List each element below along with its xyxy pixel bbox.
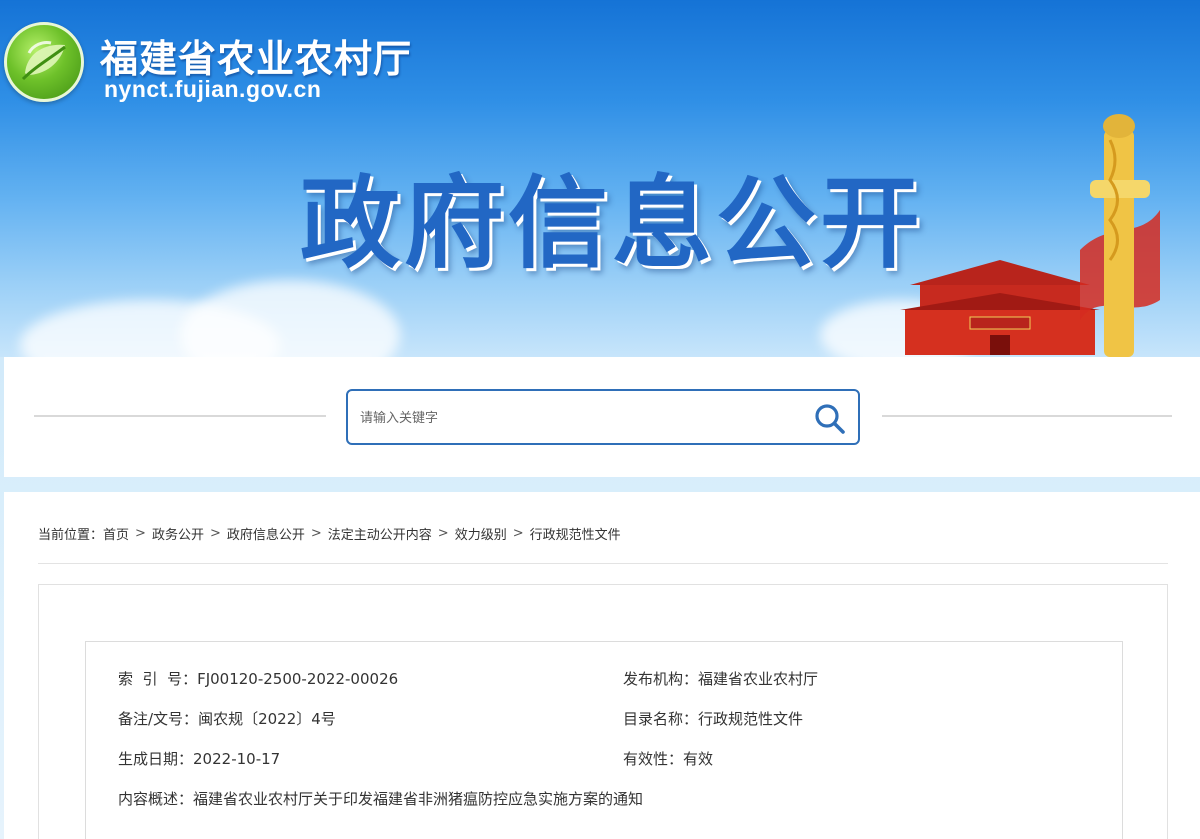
huabiao-pillar-illustration — [1080, 114, 1160, 357]
breadcrumb-separator: > — [310, 526, 322, 541]
meta-value: 有效 — [683, 750, 714, 768]
meta-value: 福建省农业农村厅 — [698, 670, 819, 688]
breadcrumb-separator: > — [209, 526, 221, 541]
meta-value: 行政规范性文件 — [698, 710, 804, 728]
breadcrumb-separator: > — [135, 526, 146, 541]
search-input[interactable] — [360, 403, 800, 433]
meta-catalog: 目录名称：行政规范性文件 — [623, 708, 803, 729]
meta-index-no: 索 引 号：FJ00120-2500-2022-00026 — [118, 668, 398, 689]
document-metadata-box: 索 引 号：FJ00120-2500-2022-00026 发布机构：福建省农业… — [85, 641, 1123, 839]
search-icon — [815, 404, 845, 434]
meta-value: 福建省农业农村厅关于印发福建省非洲猪瘟防控应急实施方案的通知 — [193, 790, 644, 808]
breadcrumb-item-effect-level[interactable]: 效力级别 — [455, 524, 507, 543]
breadcrumb-item-statutory[interactable]: 法定主动公开内容 — [328, 524, 432, 543]
divider-line — [882, 415, 1172, 417]
breadcrumb-separator: > — [437, 526, 449, 541]
leaf-icon — [21, 41, 66, 81]
article-panel: 索 引 号：FJ00120-2500-2022-00026 发布机构：福建省农业… — [38, 584, 1168, 839]
meta-publisher: 发布机构：福建省农业农村厅 — [623, 668, 818, 689]
meta-value: FJ00120-2500-2022-00026 — [197, 670, 399, 688]
breadcrumb-divider — [38, 563, 1168, 564]
breadcrumb-separator: > — [512, 526, 524, 541]
section-heading: 政府信息公开 — [300, 165, 924, 282]
site-logo-icon[interactable] — [4, 22, 84, 102]
meta-label: 发布机构： — [623, 670, 699, 688]
cloud-decoration — [180, 280, 400, 357]
meta-summary: 内容概述：福建省农业农村厅关于印发福建省非洲猪瘟防控应急实施方案的通知 — [118, 788, 643, 809]
breadcrumb-item-gov-info[interactable]: 政府信息公开 — [227, 524, 305, 543]
meta-label: 内容概述： — [118, 790, 194, 808]
meta-label: 备注/文号： — [118, 710, 199, 728]
search-box — [346, 389, 860, 445]
search-button[interactable] — [812, 401, 848, 437]
breadcrumb-item-gov-affairs[interactable]: 政务公开 — [152, 524, 204, 543]
meta-value: 2022-10-17 — [193, 750, 281, 768]
tiananmen-illustration — [900, 260, 1100, 355]
search-section — [4, 357, 1200, 477]
meta-value: 闽农规〔2022〕4号 — [198, 710, 336, 728]
breadcrumb-item-normative-docs[interactable]: 行政规范性文件 — [530, 524, 621, 543]
main-content: 当前位置： 首页 > 政务公开 > 政府信息公开 > 法定主动公开内容 > 效力… — [4, 492, 1200, 839]
breadcrumb: 当前位置： 首页 > 政务公开 > 政府信息公开 > 法定主动公开内容 > 效力… — [38, 524, 621, 543]
site-domain: nynct.fujian.gov.cn — [104, 76, 322, 102]
meta-label: 目录名称： — [623, 710, 699, 728]
breadcrumb-item-home[interactable]: 首页 — [103, 524, 129, 543]
meta-label: 生成日期： — [118, 750, 194, 768]
meta-date: 生成日期：2022-10-17 — [118, 748, 280, 769]
meta-doc-no: 备注/文号：闽农规〔2022〕4号 — [118, 708, 336, 729]
meta-label: 索 引 号： — [118, 670, 198, 688]
meta-label: 有效性： — [623, 750, 684, 768]
breadcrumb-prefix: 当前位置： — [38, 528, 104, 543]
divider-line — [34, 415, 326, 417]
header-banner: 福建省农业农村厅 nynct.fujian.gov.cn 政府信息公开 — [0, 0, 1200, 357]
meta-validity: 有效性：有效 — [623, 748, 713, 769]
site-title[interactable]: 福建省农业农村厅 — [100, 28, 412, 83]
